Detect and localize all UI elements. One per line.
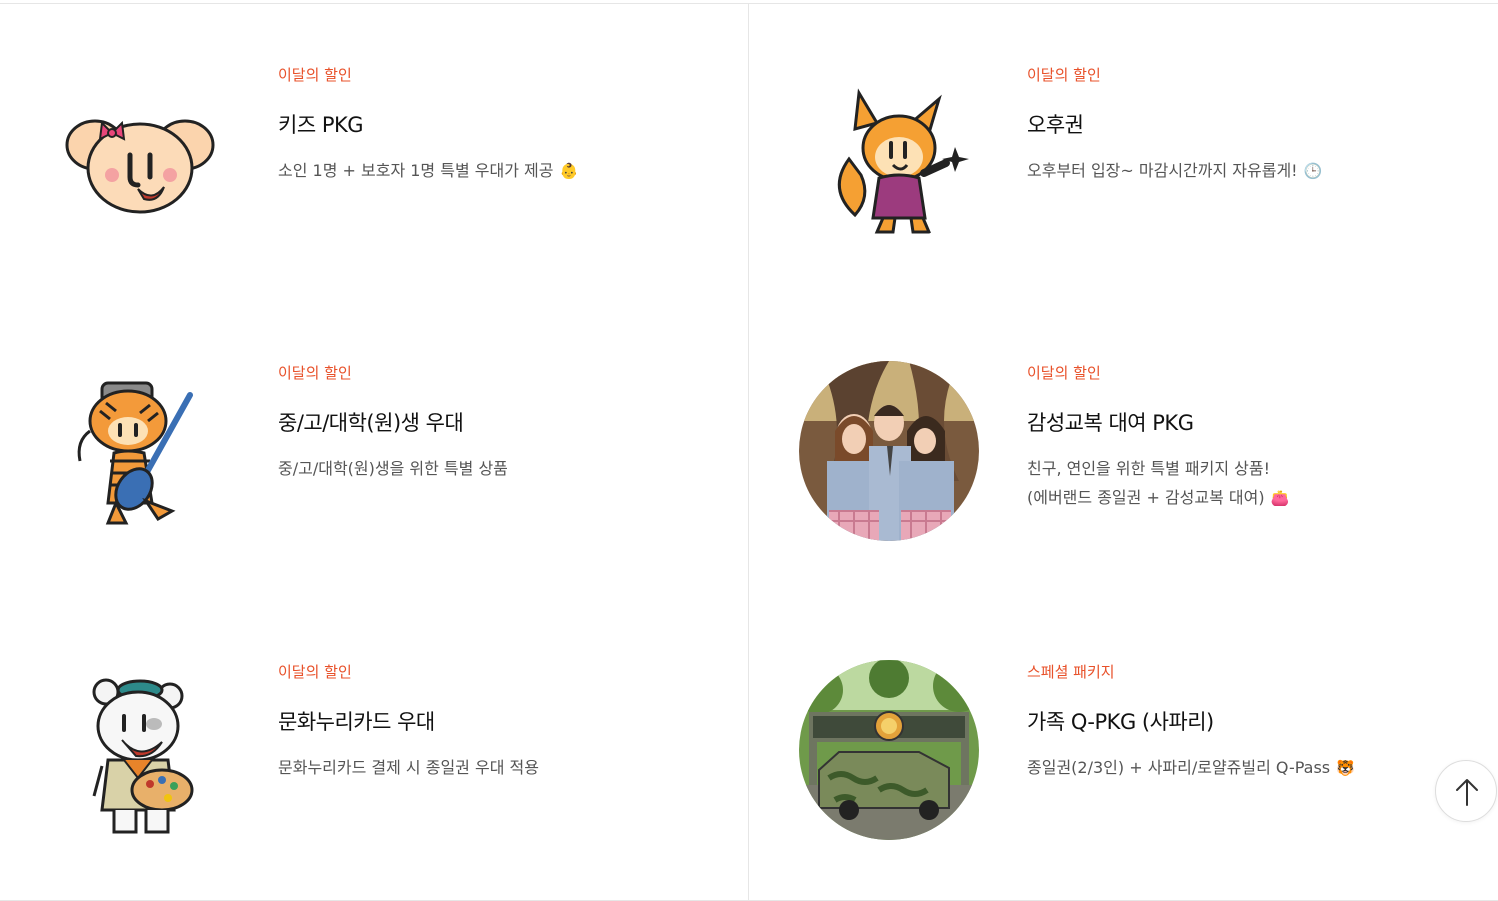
promo-card-kids-pkg[interactable]: 이달의 할인 키즈 PKG 소인 1명 + 보호자 1명 특별 우대가 제공 👶 xyxy=(0,3,749,303)
promo-card-family-q-pkg-safari[interactable]: 스페셜 패키지 가족 Q-PKG (사파리) 종일권(2/3인) + 사파리/로… xyxy=(749,601,1498,901)
clock-emoji-icon: 🕒 xyxy=(1303,162,1323,180)
promo-tag: 이달의 할인 xyxy=(1027,364,1101,382)
fox-mascot-icon xyxy=(799,63,979,243)
promo-title: 가족 Q-PKG (사파리) xyxy=(1027,710,1214,734)
promo-desc-line: 친구, 연인을 위한 특별 패키지 상품! xyxy=(1027,459,1271,478)
promo-title: 감성교복 대여 PKG xyxy=(1027,411,1194,435)
promo-card-afternoon-ticket[interactable]: 이달의 할인 오후권 오후부터 입장~ 마감시간까지 자유롭게! 🕒 xyxy=(749,3,1498,303)
promo-description: 친구, 연인을 위한 특별 패키지 상품! (에버랜드 종일권 + 감성교복 대… xyxy=(1027,454,1289,513)
bear-painter-mascot-icon xyxy=(50,660,230,840)
baby-emoji-icon: 👶 xyxy=(559,162,579,180)
tiger-guitar-mascot-icon xyxy=(50,361,230,541)
mouse-mascot-icon xyxy=(50,63,230,243)
promo-description: 소인 1명 + 보호자 1명 특별 우대가 제공 👶 xyxy=(278,156,578,186)
safari-world-photo xyxy=(799,660,979,840)
promo-desc-line: 소인 1명 + 보호자 1명 특별 우대가 제공 xyxy=(278,161,554,180)
promo-description: 중/고/대학(원)생을 위한 특별 상품 xyxy=(278,454,508,483)
promo-desc-line: 중/고/대학(원)생을 위한 특별 상품 xyxy=(278,459,508,478)
promo-card-school-uniform-pkg[interactable]: 이달의 할인 감성교복 대여 PKG 친구, 연인을 위한 특별 패키지 상품!… xyxy=(749,302,1498,602)
promo-description: 종일권(2/3인) + 사파리/로얄쥬빌리 Q-Pass 🐯 xyxy=(1027,753,1355,783)
promo-tag: 이달의 할인 xyxy=(278,66,352,84)
purse-emoji-icon: 👛 xyxy=(1270,489,1290,507)
promo-tag: 이달의 할인 xyxy=(278,663,352,681)
promo-card-student-discount[interactable]: 이달의 할인 중/고/대학(원)생 우대 중/고/대학(원)생을 위한 특별 상… xyxy=(0,302,749,602)
scroll-to-top-button[interactable] xyxy=(1435,760,1497,822)
promo-description: 문화누리카드 결제 시 종일권 우대 적용 xyxy=(278,753,539,782)
promo-tag: 이달의 할인 xyxy=(1027,66,1101,84)
promo-title: 키즈 PKG xyxy=(278,113,364,137)
promo-title: 오후권 xyxy=(1027,113,1084,137)
promo-desc-line: 종일권(2/3인) + 사파리/로얄쥬빌리 Q-Pass xyxy=(1027,758,1331,777)
promo-card-culture-card-discount[interactable]: 이달의 할인 문화누리카드 우대 문화누리카드 결제 시 종일권 우대 적용 xyxy=(0,601,749,901)
promo-desc-line: 오후부터 입장~ 마감시간까지 자유롭게! xyxy=(1027,161,1298,180)
promo-title: 문화누리카드 우대 xyxy=(278,710,435,734)
promo-desc-line: (에버랜드 종일권 + 감성교복 대여) xyxy=(1027,488,1265,507)
arrow-up-icon xyxy=(1456,779,1478,806)
promotion-grid: 이달의 할인 키즈 PKG 소인 1명 + 보호자 1명 특별 우대가 제공 👶 … xyxy=(0,0,1498,901)
tiger-emoji-icon: 🐯 xyxy=(1336,759,1355,777)
promo-title: 중/고/대학(원)생 우대 xyxy=(278,411,464,435)
promo-tag: 이달의 할인 xyxy=(278,364,352,382)
promo-tag: 스페셜 패키지 xyxy=(1027,663,1115,681)
promo-desc-line: 문화누리카드 결제 시 종일권 우대 적용 xyxy=(278,758,539,777)
promo-description: 오후부터 입장~ 마감시간까지 자유롭게! 🕒 xyxy=(1027,156,1322,186)
school-uniform-photo xyxy=(799,361,979,541)
